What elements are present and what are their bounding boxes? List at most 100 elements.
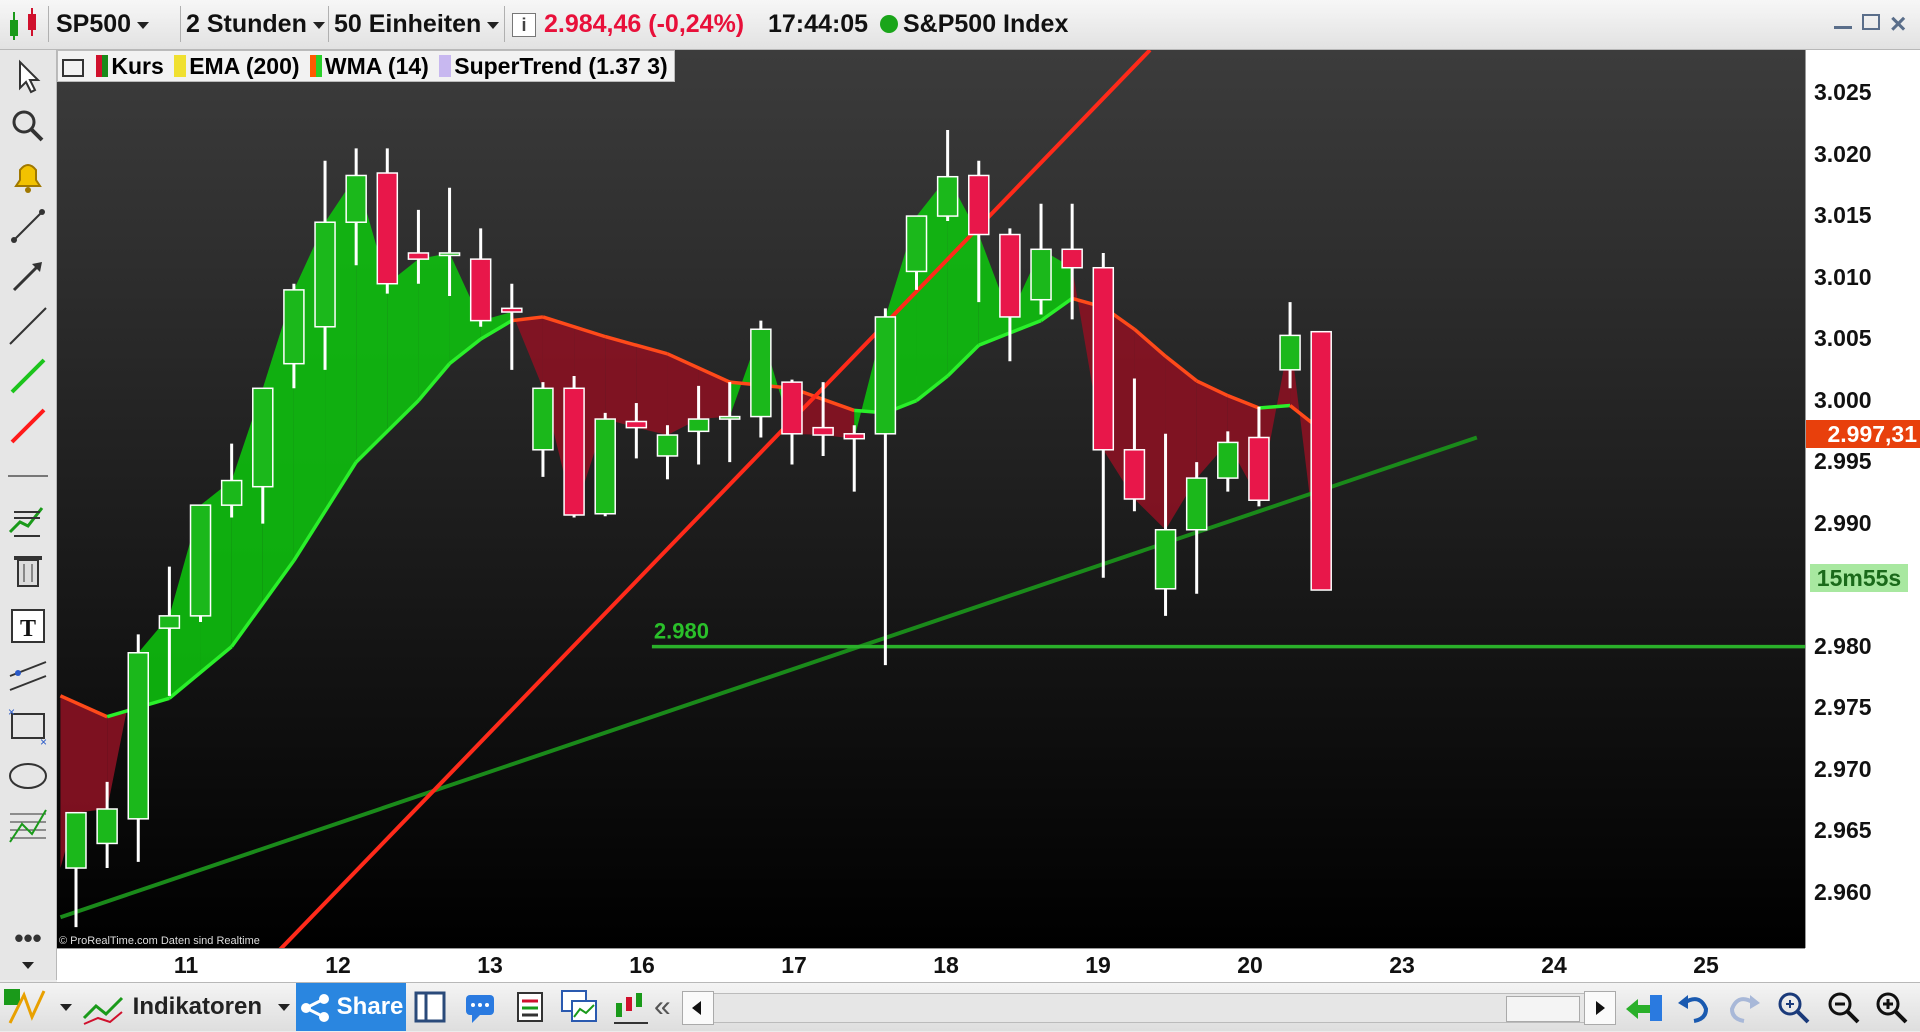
scroll-back-icon[interactable]: «	[654, 989, 671, 1025]
kurs-swatch	[96, 55, 109, 78]
axis-corner	[1805, 948, 1920, 982]
redo-icon[interactable]	[1726, 989, 1762, 1025]
bull-candle-body	[594, 418, 616, 515]
info-icon[interactable]: i	[512, 13, 536, 37]
bear-candle-body	[812, 426, 834, 436]
time-tick-label: 18	[933, 952, 959, 978]
price-tick-label: 2.990	[1814, 509, 1872, 536]
channel-icon[interactable]	[6, 654, 50, 698]
price-tick-label: 2.960	[1814, 878, 1872, 905]
restore-icon[interactable]	[1862, 14, 1880, 30]
chart-type-icon[interactable]	[4, 4, 44, 44]
bear-candle-body	[1310, 330, 1332, 591]
bear-candle-body	[625, 420, 648, 429]
indicators-button[interactable]: Indikatoren	[82, 985, 262, 1029]
price-chart[interactable]: 2.980 © ProRealTime.com Daten sind Realt…	[57, 50, 1805, 948]
layout-icon[interactable]	[412, 989, 448, 1025]
legend-item-wma[interactable]: WMA (14)	[306, 53, 429, 79]
scrollbar-thumb[interactable]	[1506, 996, 1580, 1022]
bear-candle-body	[1061, 248, 1083, 269]
separator	[328, 6, 329, 42]
more-icon[interactable]: •••	[6, 925, 50, 954]
rectangle-icon[interactable]: × ×	[6, 704, 50, 749]
arrow-line-icon[interactable]	[6, 254, 50, 298]
timeframe-label: 2 Stunden	[186, 10, 307, 38]
pointer-icon[interactable]	[6, 54, 50, 98]
top-toolbar: SP500 2 Stunden 50 Einheiten i 2.984,46 …	[0, 0, 1920, 50]
legend-label: Kurs	[111, 53, 164, 79]
zoom-in-icon[interactable]	[1872, 989, 1912, 1025]
bull-candle-body	[1154, 529, 1177, 590]
share-button[interactable]: Share	[296, 983, 406, 1031]
ellipse-icon[interactable]	[6, 754, 50, 798]
bull-candle-body	[687, 418, 710, 433]
price-tick-label: 2.965	[1814, 817, 1872, 844]
bull-candle-body	[1030, 248, 1052, 301]
alarm-bell-icon[interactable]	[6, 154, 50, 198]
trash-icon[interactable]	[6, 548, 50, 592]
windows-icon[interactable]	[560, 989, 600, 1025]
indicator-legend[interactable]: Kurs EMA (200) WMA (14) SuperTrend (1.37…	[57, 50, 676, 82]
chat-icon[interactable]	[462, 989, 498, 1025]
copyright-text: © ProRealTime.com Daten sind Realtime	[59, 935, 260, 947]
zoom-icon[interactable]	[6, 104, 50, 148]
horizontal-level-label: 2.980	[654, 619, 709, 644]
units-dropdown[interactable]: 50 Einheiten	[334, 6, 500, 42]
arrow-left-icon	[692, 1001, 701, 1015]
report-icon[interactable]	[512, 989, 548, 1025]
scroll-left-button[interactable]	[682, 991, 714, 1025]
window-icon[interactable]	[62, 58, 84, 77]
bull-candle-body	[65, 811, 87, 869]
bull-candle-body	[718, 415, 741, 420]
indicator-icon[interactable]	[6, 498, 50, 542]
bull-candle-body	[127, 652, 150, 820]
bull-candle-body	[874, 316, 897, 435]
horizontal-scrollbar[interactable]	[714, 993, 1584, 1023]
chart-style-icon[interactable]	[4, 987, 48, 1027]
chevron-down-icon[interactable]	[22, 962, 34, 969]
share-label: Share	[336, 993, 404, 1020]
minimize-icon[interactable]	[1834, 26, 1852, 29]
price-axis[interactable]: 2.9602.9652.9702.9752.9802.9852.9902.995…	[1805, 50, 1920, 948]
current-price-badge: 2.997,31	[1806, 419, 1920, 448]
symbol-dropdown[interactable]: SP500	[56, 6, 150, 42]
bull-candle-body	[750, 328, 772, 418]
bear-trend-fill	[605, 336, 637, 428]
zoom-out-icon[interactable]	[1824, 989, 1864, 1025]
timeframe-dropdown[interactable]: 2 Stunden	[186, 6, 325, 42]
text-tool-icon[interactable]: T	[6, 604, 50, 648]
green-line-icon[interactable]	[6, 354, 50, 398]
candle	[563, 375, 585, 518]
wma-swatch	[309, 55, 322, 78]
time-tick-label: 11	[173, 952, 199, 978]
bear-candle-body	[1123, 449, 1146, 500]
zoom-fit-icon[interactable]	[1774, 989, 1814, 1025]
fibonacci-icon[interactable]	[6, 804, 50, 848]
red-line-icon[interactable]	[6, 404, 50, 448]
price-tick-label: 3.000	[1814, 386, 1872, 413]
bear-candle-body	[968, 174, 990, 236]
strategy-icon[interactable]	[612, 989, 652, 1025]
scroll-right-button[interactable]	[1584, 991, 1616, 1025]
bear-candle-body	[1248, 436, 1270, 501]
goto-latest-icon[interactable]	[1624, 989, 1664, 1025]
chevron-down-icon[interactable]	[278, 1004, 290, 1011]
price-tick-label: 2.970	[1814, 755, 1872, 782]
price-tick-label: 2.995	[1814, 448, 1872, 475]
chevron-down-icon[interactable]	[60, 1004, 72, 1011]
legend-item-ema[interactable]: EMA (200)	[170, 53, 300, 79]
time-axis[interactable]: 11 12 13 16 17 18 19 20 23 24 25	[57, 948, 1805, 983]
time-tick-label: 13	[477, 952, 503, 978]
legend-item-supertrend[interactable]: SuperTrend (1.37 3)	[435, 53, 674, 79]
segment-icon[interactable]	[6, 204, 50, 248]
price-change: 2.984,46 (-0,24%)	[544, 10, 745, 38]
close-icon[interactable]: ×	[1890, 8, 1906, 40]
bull-candle-body	[220, 479, 243, 506]
undo-icon[interactable]	[1676, 989, 1712, 1025]
indicators-icon	[82, 996, 124, 1025]
chart-canvas[interactable]: 2.980 © ProRealTime.com Daten sind Realt…	[57, 50, 1805, 948]
bull-candle-body	[96, 808, 118, 845]
line-icon[interactable]	[6, 304, 50, 348]
legend-item-kurs[interactable]: Kurs	[92, 53, 164, 79]
instrument-name: S&P500 Index	[903, 10, 1069, 38]
